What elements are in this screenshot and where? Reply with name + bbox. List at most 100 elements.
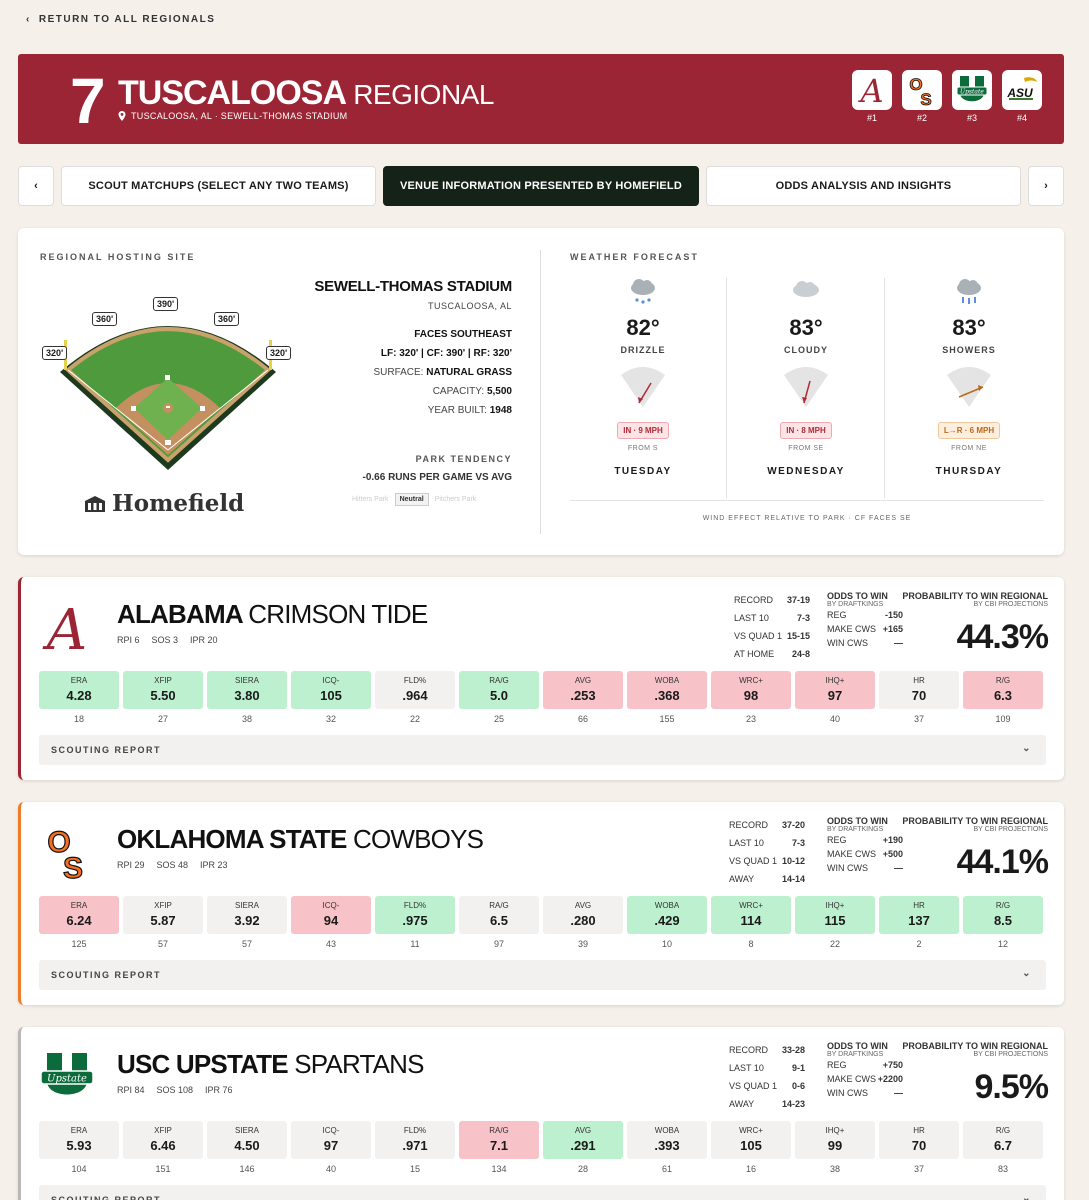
wind-effect-note: WIND EFFECT RELATIVE TO PARK · CF FACES … bbox=[570, 500, 1044, 522]
stat-ihq: IHQ+ 99 38 bbox=[795, 1121, 875, 1174]
regional-seed: 7 bbox=[70, 65, 106, 137]
stat-rank: 32 bbox=[325, 714, 336, 724]
oklahoma-state-logo-icon: OS bbox=[909, 75, 932, 108]
tab-odds-analysis[interactable]: ODDS ANALYSIS AND INSIGHTS bbox=[706, 166, 1021, 206]
weather-day-name: THURSDAY bbox=[935, 466, 1003, 477]
stat-label: RA/G bbox=[489, 676, 509, 685]
stat-box: ICQ- 105 bbox=[291, 671, 371, 709]
stat-value: 6.24 bbox=[66, 913, 92, 928]
stat-box: RA/G 6.5 bbox=[459, 896, 539, 934]
svg-text:A: A bbox=[42, 598, 87, 657]
stat-label: HR bbox=[913, 901, 925, 910]
wind-direction-icon bbox=[784, 367, 828, 407]
team-card: A ALABAMA CRIMSON TIDE RPI 6 SOS 3 IPR 2… bbox=[18, 577, 1064, 780]
stat-box: RA/G 5.0 bbox=[459, 671, 539, 709]
scouting-report-toggle[interactable]: SCOUTING REPORT ⌄ bbox=[39, 735, 1046, 765]
fence-lf: 360' bbox=[92, 312, 118, 326]
stat-value: 6.7 bbox=[993, 1138, 1013, 1153]
venue-dimensions: LF: 320' | CF: 390' | RF: 320' bbox=[380, 348, 512, 359]
homefield-logo: Homefield bbox=[84, 490, 244, 517]
stat-box: WRC+ 114 bbox=[711, 896, 791, 934]
stat-rank: 83 bbox=[997, 1164, 1008, 1174]
team-name: ALABAMA CRIMSON TIDE bbox=[117, 599, 428, 629]
chevron-right-icon: › bbox=[1044, 180, 1048, 192]
stat-label: ERA bbox=[70, 901, 88, 910]
stat-value: 105 bbox=[320, 688, 342, 703]
team-records: RECORD 37-19 LAST 10 7-3 VS QUAD 1 15-15 AT… bbox=[734, 595, 810, 659]
regional-tabs: ‹ SCOUT MATCHUPS (SELECT ANY TWO TEAMS) … bbox=[18, 166, 1064, 206]
team-logo-1[interactable]: A #1 bbox=[852, 70, 892, 123]
stat-label: RA/G bbox=[489, 1126, 509, 1135]
stat-value: 6.46 bbox=[150, 1138, 176, 1153]
venue-year-built: YEAR BUILT: 1948 bbox=[427, 405, 512, 416]
team-logo-4[interactable]: ASU #4 bbox=[1002, 70, 1042, 123]
team-rpi: RPI 84 bbox=[117, 1085, 145, 1095]
park-tendency-selected: Neutral bbox=[394, 493, 429, 506]
team-record: 33-28 bbox=[781, 1045, 805, 1055]
stat-rank: 27 bbox=[157, 714, 168, 724]
weather-day-tuesday: 82° DRIZZLE IN · 9 MPH FROM S TUESDAY bbox=[569, 278, 717, 477]
team-name: OKLAHOMA STATE COWBOYS bbox=[117, 824, 484, 854]
tabs-next-button[interactable]: › bbox=[1028, 166, 1064, 206]
team-odds: ODDS TO WIN BY DRAFTKINGS REG +190 MAKE C… bbox=[827, 816, 903, 873]
team-probability: PROBABILITY TO WIN REGIONAL BY CBI PROJE… bbox=[902, 1041, 1049, 1106]
team-name: USC UPSTATE SPARTANS bbox=[117, 1049, 424, 1079]
stat-woba: WOBA .429 10 bbox=[627, 896, 707, 949]
stat-xfip: XFIP 5.50 27 bbox=[123, 671, 203, 724]
stat-box: R/G 8.5 bbox=[963, 896, 1043, 934]
stat-value: 3.80 bbox=[234, 688, 260, 703]
probability-value: 44.3% bbox=[956, 618, 1049, 656]
stat-box: WRC+ 105 bbox=[711, 1121, 791, 1159]
wind-badge: L→R · 6 MPH bbox=[937, 422, 1001, 439]
stat-rank: 22 bbox=[829, 939, 840, 949]
stat-box: XFIP 5.50 bbox=[123, 671, 203, 709]
wind-direction-icon bbox=[947, 367, 991, 407]
team-logo: OS bbox=[37, 822, 97, 882]
stat-icq: ICQ- 97 40 bbox=[291, 1121, 371, 1174]
tab-scout-matchups[interactable]: SCOUT MATCHUPS (SELECT ANY TWO TEAMS) bbox=[61, 166, 376, 206]
team-records: RECORD 37-20 LAST 10 7-3 VS QUAD 1 10-12 AW… bbox=[729, 820, 805, 884]
stat-box: ERA 5.93 bbox=[39, 1121, 119, 1159]
stat-value: 8.5 bbox=[993, 913, 1013, 928]
stat-rank: 57 bbox=[157, 939, 168, 949]
weather-temp: 82° bbox=[626, 315, 660, 340]
stat-value: 97 bbox=[827, 688, 843, 703]
stat-fld: FLD% .971 15 bbox=[375, 1121, 455, 1174]
tab-venue-information[interactable]: VENUE INFORMATION PRESENTED BY HOMEFIELD bbox=[383, 166, 699, 206]
stat-label: SIERA bbox=[234, 901, 259, 910]
return-link[interactable]: ‹ RETURN TO ALL REGIONALS bbox=[26, 14, 215, 25]
team-logo-2[interactable]: OS #2 bbox=[902, 70, 942, 123]
scouting-report-toggle[interactable]: SCOUTING REPORT ⌄ bbox=[39, 1185, 1046, 1200]
stat-label: ERA bbox=[70, 1126, 88, 1135]
team-location-record: 24-8 bbox=[791, 649, 810, 659]
venue-orientation: FACES SOUTHEAST bbox=[414, 329, 512, 340]
park-tendency-value: -0.66 RUNS PER GAME VS AVG bbox=[362, 472, 512, 483]
stat-rank: 25 bbox=[493, 714, 504, 724]
stat-label: SIERA bbox=[234, 1126, 259, 1135]
scouting-report-toggle[interactable]: SCOUTING REPORT ⌄ bbox=[39, 960, 1046, 990]
svg-text:A: A bbox=[857, 72, 883, 108]
stat-rank: 12 bbox=[997, 939, 1008, 949]
team-probability: PROBABILITY TO WIN REGIONAL BY CBI PROJE… bbox=[902, 591, 1049, 656]
weather-condition: CLOUDY bbox=[784, 345, 828, 355]
stat-rag: RA/G 6.5 97 bbox=[459, 896, 539, 949]
stat-value: .964 bbox=[402, 688, 428, 703]
team-logo: Upstate bbox=[37, 1047, 97, 1107]
svg-text:Upstate: Upstate bbox=[960, 89, 984, 96]
stat-label: ICQ- bbox=[322, 1126, 340, 1135]
team-sos: SOS 3 bbox=[151, 635, 179, 645]
stat-avg: AVG .253 66 bbox=[543, 671, 623, 724]
stat-label: IHQ+ bbox=[825, 901, 845, 910]
stat-value: 94 bbox=[323, 913, 339, 928]
stat-value: .253 bbox=[570, 688, 596, 703]
stat-label: R/G bbox=[995, 901, 1011, 910]
stat-siera: SIERA 3.80 38 bbox=[207, 671, 287, 724]
fence-lf-line: 320' bbox=[42, 346, 68, 360]
stat-box: FLD% .971 bbox=[375, 1121, 455, 1159]
stat-box: R/G 6.3 bbox=[963, 671, 1043, 709]
stat-box: R/G 6.7 bbox=[963, 1121, 1043, 1159]
stat-box: SIERA 3.80 bbox=[207, 671, 287, 709]
tabs-prev-button[interactable]: ‹ bbox=[18, 166, 54, 206]
stat-value: 137 bbox=[908, 913, 930, 928]
team-logo-3[interactable]: Upstate #3 bbox=[952, 70, 992, 123]
